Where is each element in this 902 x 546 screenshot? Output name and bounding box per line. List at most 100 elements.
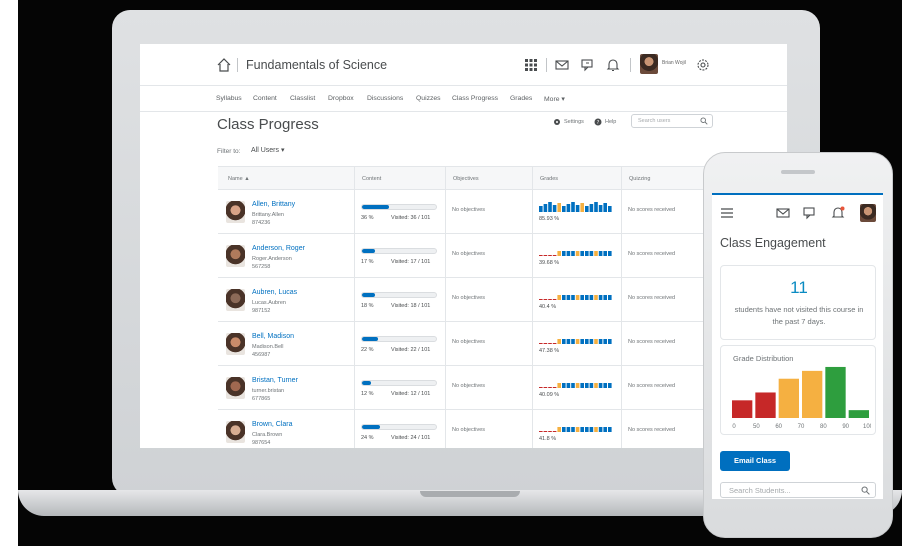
grade-percent: 39.68 % [539,260,560,266]
student-name-link[interactable]: Anderson, Roger [252,245,305,252]
course-selector-grid-icon[interactable] [523,57,539,73]
search-icon[interactable] [700,117,708,125]
column-header-quizzing: Quizzing [629,176,651,182]
not-visited-description: students have not visited this course in… [734,305,864,326]
search-icon[interactable] [861,486,870,495]
avatar[interactable] [640,54,658,74]
search-students-input[interactable]: Search Students... [720,482,876,498]
student-name-link[interactable]: Brown, Clara [252,421,292,428]
grade-sparkline[interactable] [539,200,615,212]
student-name-link[interactable]: Allen, Brittany [252,201,295,208]
nav-item-classlist[interactable]: Classlist [290,95,315,102]
student-photo[interactable] [226,377,245,399]
mail-icon[interactable] [554,57,570,73]
grade-sparkline-bar [552,343,557,344]
grade-distribution-bar[interactable] [778,378,799,418]
nav-item-dropbox[interactable]: Dropbox [328,95,354,102]
grade-percent: 85.93 % [539,216,560,222]
phone-speaker [781,170,815,174]
grade-sparkline-bar [575,251,580,256]
grade-sparkline-bar [539,206,543,212]
grade-sparkline-bar [589,295,594,300]
grade-sparkline-bar [539,255,543,256]
nav-item-discussions[interactable]: Discussions [367,95,403,102]
grade-sparkline[interactable] [539,420,615,432]
grade-distribution-bar[interactable] [848,410,869,418]
not-visited-card[interactable]: 11 students have not visited this course… [720,265,876,340]
student-photo[interactable] [226,333,245,355]
grade-distribution-bar[interactable] [802,370,823,418]
grade-sparkline-bar [562,383,566,388]
quizzing-status: No scores received [628,207,676,213]
help-icon[interactable]: ? [594,118,602,126]
content-visited: Visited: 12 / 101 [391,391,431,397]
filter-dropdown[interactable]: All Users ▾ [251,146,284,154]
grade-sparkline-bar [566,295,571,300]
grade-sparkline[interactable] [539,376,615,388]
chat-icon[interactable] [803,206,817,220]
student-username: Clara.Brown [252,432,283,438]
grade-sparkline-bar [585,383,589,388]
grade-distribution-chart: 0 50 60 70 80 90 100 [732,366,871,430]
grade-distribution-card[interactable]: Grade Distribution 0 50 60 70 80 90 100 [720,345,876,435]
quizzing-status: No scores received [628,339,676,345]
nav-item-class-progress[interactable]: Class Progress [452,95,498,102]
objectives-status: No objectives [452,251,486,257]
grade-sparkline-bar [571,251,575,256]
nav-item-content[interactable]: Content [253,95,277,102]
table-row: Bristan, Turner turner.bristan 677865 12 % V… [218,366,710,410]
hamburger-menu-icon[interactable] [720,206,734,220]
search-users-input[interactable]: Search users [631,114,713,128]
settings-gear-icon[interactable] [553,118,561,126]
user-name[interactable]: Brian Wojil [662,60,686,66]
email-class-button[interactable]: Email Class [720,451,790,471]
help-link[interactable]: Help [605,119,616,125]
grade-distribution-bar[interactable] [755,392,776,418]
column-header-name[interactable]: Name ▲ [228,176,250,182]
student-photo[interactable] [226,201,245,223]
home-icon[interactable] [216,57,232,73]
student-name-link[interactable]: Bell, Madison [252,333,294,340]
student-username: turner.bristan [252,388,285,394]
grade-sparkline-bar [539,431,543,432]
grade-sparkline-bar [543,431,548,432]
student-name-link[interactable]: Aubren, Lucas [252,289,297,296]
quizzing-status: No scores received [628,251,676,257]
gear-icon[interactable] [695,57,711,73]
grade-distribution-bar[interactable] [825,366,846,418]
settings-link[interactable]: Settings [564,119,584,125]
grade-sparkline-bar [580,251,584,256]
grade-sparkline-bar [539,299,543,300]
course-title[interactable]: Fundamentals of Science [246,58,387,72]
grade-distribution-tick-label: 80 [820,424,827,430]
table-row: Brown, Clara Clara.Brown 987654 24 % Visited… [218,410,710,448]
grade-sparkline-bar [548,343,552,344]
grade-sparkline[interactable] [539,244,615,256]
laptop-notch [420,491,520,497]
student-name-link[interactable]: Bristan, Turner [252,377,298,384]
nav-item-grades[interactable]: Grades [510,95,532,102]
mail-icon[interactable] [776,206,790,220]
student-photo[interactable] [226,245,245,267]
avatar[interactable] [860,204,876,222]
grade-sparkline-bar [548,387,552,388]
grade-sparkline-bar [548,255,552,256]
nav-item-syllabus[interactable]: Syllabus [216,95,242,102]
grade-sparkline-bar [603,427,607,432]
grade-sparkline-bar [552,387,557,388]
grade-distribution-bar[interactable] [732,400,753,418]
nav-item-more[interactable]: More ▾ [544,95,565,103]
grade-sparkline-bar [580,427,584,432]
grade-sparkline[interactable] [539,332,615,344]
bell-icon[interactable] [831,206,845,220]
bell-icon[interactable] [605,57,621,73]
grade-distribution-tick-label: 0 [732,424,736,430]
student-photo[interactable] [226,289,245,311]
grade-sparkline-bar [548,299,552,300]
chat-icon[interactable] [580,57,596,73]
grade-sparkline[interactable] [539,288,615,300]
grade-percent: 40.4 % [539,304,557,310]
student-photo[interactable] [226,421,245,443]
grade-sparkline-bar [598,427,603,432]
nav-item-quizzes[interactable]: Quizzes [416,95,441,102]
